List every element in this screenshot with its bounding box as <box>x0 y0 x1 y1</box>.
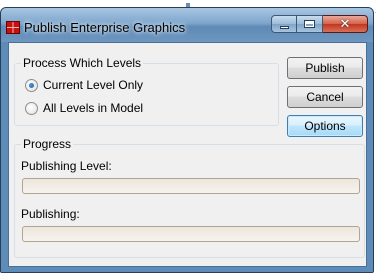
publishing-level-label: Publishing Level: <box>21 159 112 173</box>
radio-button-checked[interactable] <box>25 78 38 92</box>
radio-all-levels-in-model[interactable]: All Levels in Model <box>25 101 143 115</box>
publishing-label: Publishing: <box>21 207 80 221</box>
close-icon: ✕ <box>339 16 351 31</box>
dialog-client-area: Process Which Levels Current Level Only … <box>8 42 367 267</box>
process-levels-group-label: Process Which Levels <box>21 56 144 70</box>
maximize-icon <box>304 20 315 28</box>
publishing-progress-bar <box>22 226 360 242</box>
close-button[interactable]: ✕ <box>323 15 368 33</box>
radio-current-level-only[interactable]: Current Level Only <box>25 78 143 92</box>
progress-group-label: Progress <box>21 137 74 151</box>
minimize-button[interactable] <box>271 15 297 33</box>
radio-button[interactable] <box>25 101 38 115</box>
title-bar[interactable]: Publish Enterprise Graphics ✕ <box>1 8 373 42</box>
progress-group: Progress Publishing Level: Publishing: <box>14 137 365 258</box>
radio-label: All Levels in Model <box>43 101 144 115</box>
dialog-window: Publish Enterprise Graphics ✕ Process Wh… <box>0 7 374 273</box>
app-icon[interactable] <box>6 21 20 34</box>
publishing-level-progress-bar <box>22 178 360 194</box>
window-title: Publish Enterprise Graphics <box>24 20 186 35</box>
process-levels-group: Process Which Levels Current Level Only … <box>14 56 279 126</box>
radio-label: Current Level Only <box>43 78 144 92</box>
maximize-button[interactable] <box>297 15 323 33</box>
cancel-button[interactable]: Cancel <box>287 86 363 108</box>
minimize-icon <box>279 25 289 29</box>
options-button[interactable]: Options <box>287 115 363 137</box>
publish-button[interactable]: Publish <box>287 57 363 79</box>
caption-buttons: ✕ <box>271 15 368 35</box>
